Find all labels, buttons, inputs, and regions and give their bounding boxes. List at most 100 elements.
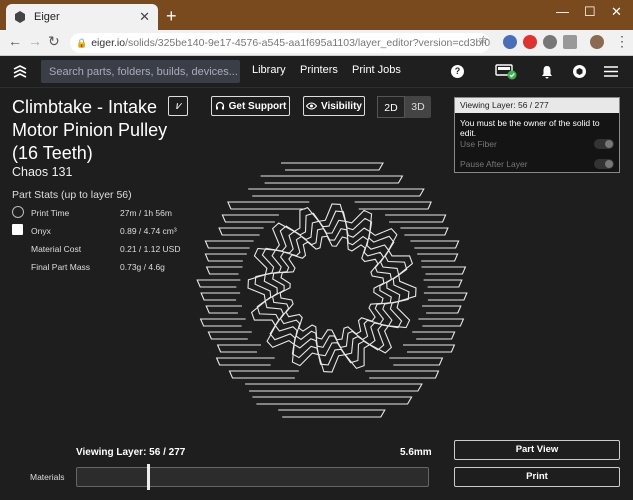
infill-stroke bbox=[248, 188, 425, 197]
stat-label: Material Cost bbox=[31, 244, 82, 254]
use-fiber-row: Use Fiber bbox=[455, 134, 619, 154]
help-icon[interactable]: ? bbox=[451, 65, 464, 78]
infill-stroke bbox=[260, 175, 404, 184]
layer-slider-thumb[interactable] bbox=[147, 464, 150, 490]
view-2d-button[interactable]: 2D bbox=[377, 96, 405, 118]
printer-status-icon[interactable] bbox=[495, 62, 517, 80]
infill-stroke bbox=[403, 344, 456, 353]
bookmark-star-icon[interactable]: ☆ bbox=[478, 33, 489, 47]
layer-editor: Climbtake - Intake Motor Pinion Pulley (… bbox=[0, 88, 633, 500]
viewing-layer-label: Viewing Layer: 56 / 277 bbox=[76, 447, 186, 458]
infill-stroke bbox=[354, 201, 432, 210]
stat-label: Print Time bbox=[31, 208, 70, 218]
back-icon[interactable]: ← bbox=[8, 33, 22, 49]
notifications-bell-icon[interactable] bbox=[541, 65, 553, 79]
infill-stroke bbox=[278, 409, 386, 418]
extension-icon[interactable] bbox=[503, 35, 517, 49]
stat-value: 27m / 1h 56m bbox=[120, 208, 172, 218]
infill-stroke bbox=[215, 357, 275, 366]
infill-stroke bbox=[389, 357, 444, 366]
infill-stroke bbox=[423, 292, 468, 301]
infill-stroke bbox=[207, 331, 252, 340]
view-3d-button[interactable]: 3D bbox=[405, 96, 431, 118]
infill-stroke bbox=[412, 331, 456, 340]
infill-stroke bbox=[218, 227, 264, 236]
view-mode-toggle: 2D 3D bbox=[377, 96, 431, 118]
infill-stroke bbox=[221, 214, 279, 223]
infill-stroke bbox=[216, 344, 261, 353]
address-bar[interactable]: 🔒 eiger.io/solids/325be140-9e17-4576-a54… bbox=[70, 33, 490, 53]
infill-stroke bbox=[281, 162, 384, 171]
stat-value: 0.73g / 4.6g bbox=[120, 262, 165, 272]
use-fiber-toggle[interactable] bbox=[594, 139, 614, 149]
print-button[interactable]: Print bbox=[454, 467, 620, 487]
infill-stroke bbox=[228, 370, 299, 379]
infill-stroke bbox=[199, 318, 246, 327]
browser-tab[interactable]: Eiger ✕ bbox=[6, 4, 158, 30]
adblock-icon[interactable] bbox=[523, 35, 537, 49]
infill-stroke bbox=[421, 266, 467, 275]
hamburger-menu-icon[interactable] bbox=[604, 66, 618, 77]
stat-value: 0.21 / 1.12 USD bbox=[120, 244, 181, 254]
clock-icon bbox=[12, 206, 24, 218]
infill-stroke bbox=[423, 279, 463, 288]
minimize-icon[interactable]: — bbox=[556, 4, 569, 19]
eiger-logo-icon[interactable] bbox=[12, 64, 28, 80]
reload-icon[interactable]: ↻ bbox=[48, 33, 60, 50]
close-window-icon[interactable]: ✕ bbox=[611, 4, 622, 20]
edit-part-button[interactable]: 𝑣 bbox=[168, 96, 188, 116]
close-tab-icon[interactable]: ✕ bbox=[139, 9, 150, 25]
infill-stroke bbox=[204, 240, 254, 249]
infill-stroke bbox=[417, 253, 459, 262]
owner-warning: You must be the owner of the solid to ed… bbox=[460, 118, 600, 138]
infill-stroke bbox=[418, 318, 465, 327]
infill-stroke bbox=[200, 292, 241, 301]
part-title: Climbtake - Intake Motor Pinion Pulley (… bbox=[12, 97, 168, 163]
browser-tab-strip: Eiger ✕ + — ☐ ✕ bbox=[0, 0, 633, 30]
pause-after-layer-row: Pause After Layer bbox=[455, 154, 619, 174]
forward-icon[interactable]: → bbox=[28, 33, 42, 49]
stat-label: Onyx bbox=[31, 226, 51, 236]
part-subtitle: Chaos 131 bbox=[12, 165, 73, 179]
account-icon[interactable] bbox=[573, 65, 586, 78]
infill-stroke bbox=[400, 227, 449, 236]
part-view-button[interactable]: Part View bbox=[454, 440, 620, 460]
infill-stroke bbox=[385, 214, 447, 223]
stat-label: Final Part Mass bbox=[31, 262, 91, 272]
search-input[interactable]: Search parts, folders, builds, devices..… bbox=[41, 60, 240, 83]
app-header: Search parts, folders, builds, devices..… bbox=[0, 56, 633, 88]
extension-icon[interactable] bbox=[563, 35, 577, 49]
gear-tooth-outline bbox=[279, 235, 385, 341]
visibility-button[interactable]: Visibility bbox=[303, 96, 365, 116]
infill-stroke bbox=[204, 253, 247, 262]
pen-icon: 𝑣 bbox=[175, 100, 181, 112]
materials-label: Materials bbox=[30, 472, 65, 482]
infill-stroke bbox=[196, 279, 241, 288]
extension-icon[interactable] bbox=[543, 35, 557, 49]
infill-stroke bbox=[205, 266, 243, 275]
layer-height-label: 5.6mm bbox=[400, 447, 432, 458]
infill-stroke bbox=[410, 240, 460, 249]
layer-toolpath-canvas[interactable] bbox=[190, 143, 474, 443]
onyx-material-swatch bbox=[12, 224, 23, 235]
browser-toolbar: ← → ↻ 🔒 eiger.io/solids/325be140-9e17-45… bbox=[0, 30, 633, 56]
infill-stroke bbox=[422, 305, 462, 314]
layer-slider[interactable] bbox=[76, 464, 429, 490]
new-tab-button[interactable]: + bbox=[166, 6, 177, 27]
profile-avatar[interactable] bbox=[590, 35, 604, 49]
nav-library[interactable]: Library bbox=[252, 64, 286, 76]
pause-after-layer-toggle[interactable] bbox=[594, 159, 614, 169]
tab-title: Eiger bbox=[34, 11, 60, 23]
nav-print-jobs[interactable]: Print Jobs bbox=[352, 64, 401, 76]
infill-stroke bbox=[245, 383, 423, 392]
infill-stroke bbox=[227, 201, 310, 210]
lock-icon: 🔒 bbox=[76, 37, 88, 48]
gear-tooth-outline bbox=[247, 203, 417, 373]
maximize-icon[interactable]: ☐ bbox=[584, 4, 596, 20]
infill-stroke bbox=[365, 370, 440, 379]
get-support-button[interactable]: Get Support bbox=[211, 96, 290, 116]
infill-stroke bbox=[252, 396, 413, 405]
browser-menu-icon[interactable]: ⋮ bbox=[615, 33, 629, 50]
nav-printers[interactable]: Printers bbox=[300, 64, 338, 76]
layer-settings-panel: Viewing Layer: 56 / 277 You must be the … bbox=[454, 97, 620, 173]
